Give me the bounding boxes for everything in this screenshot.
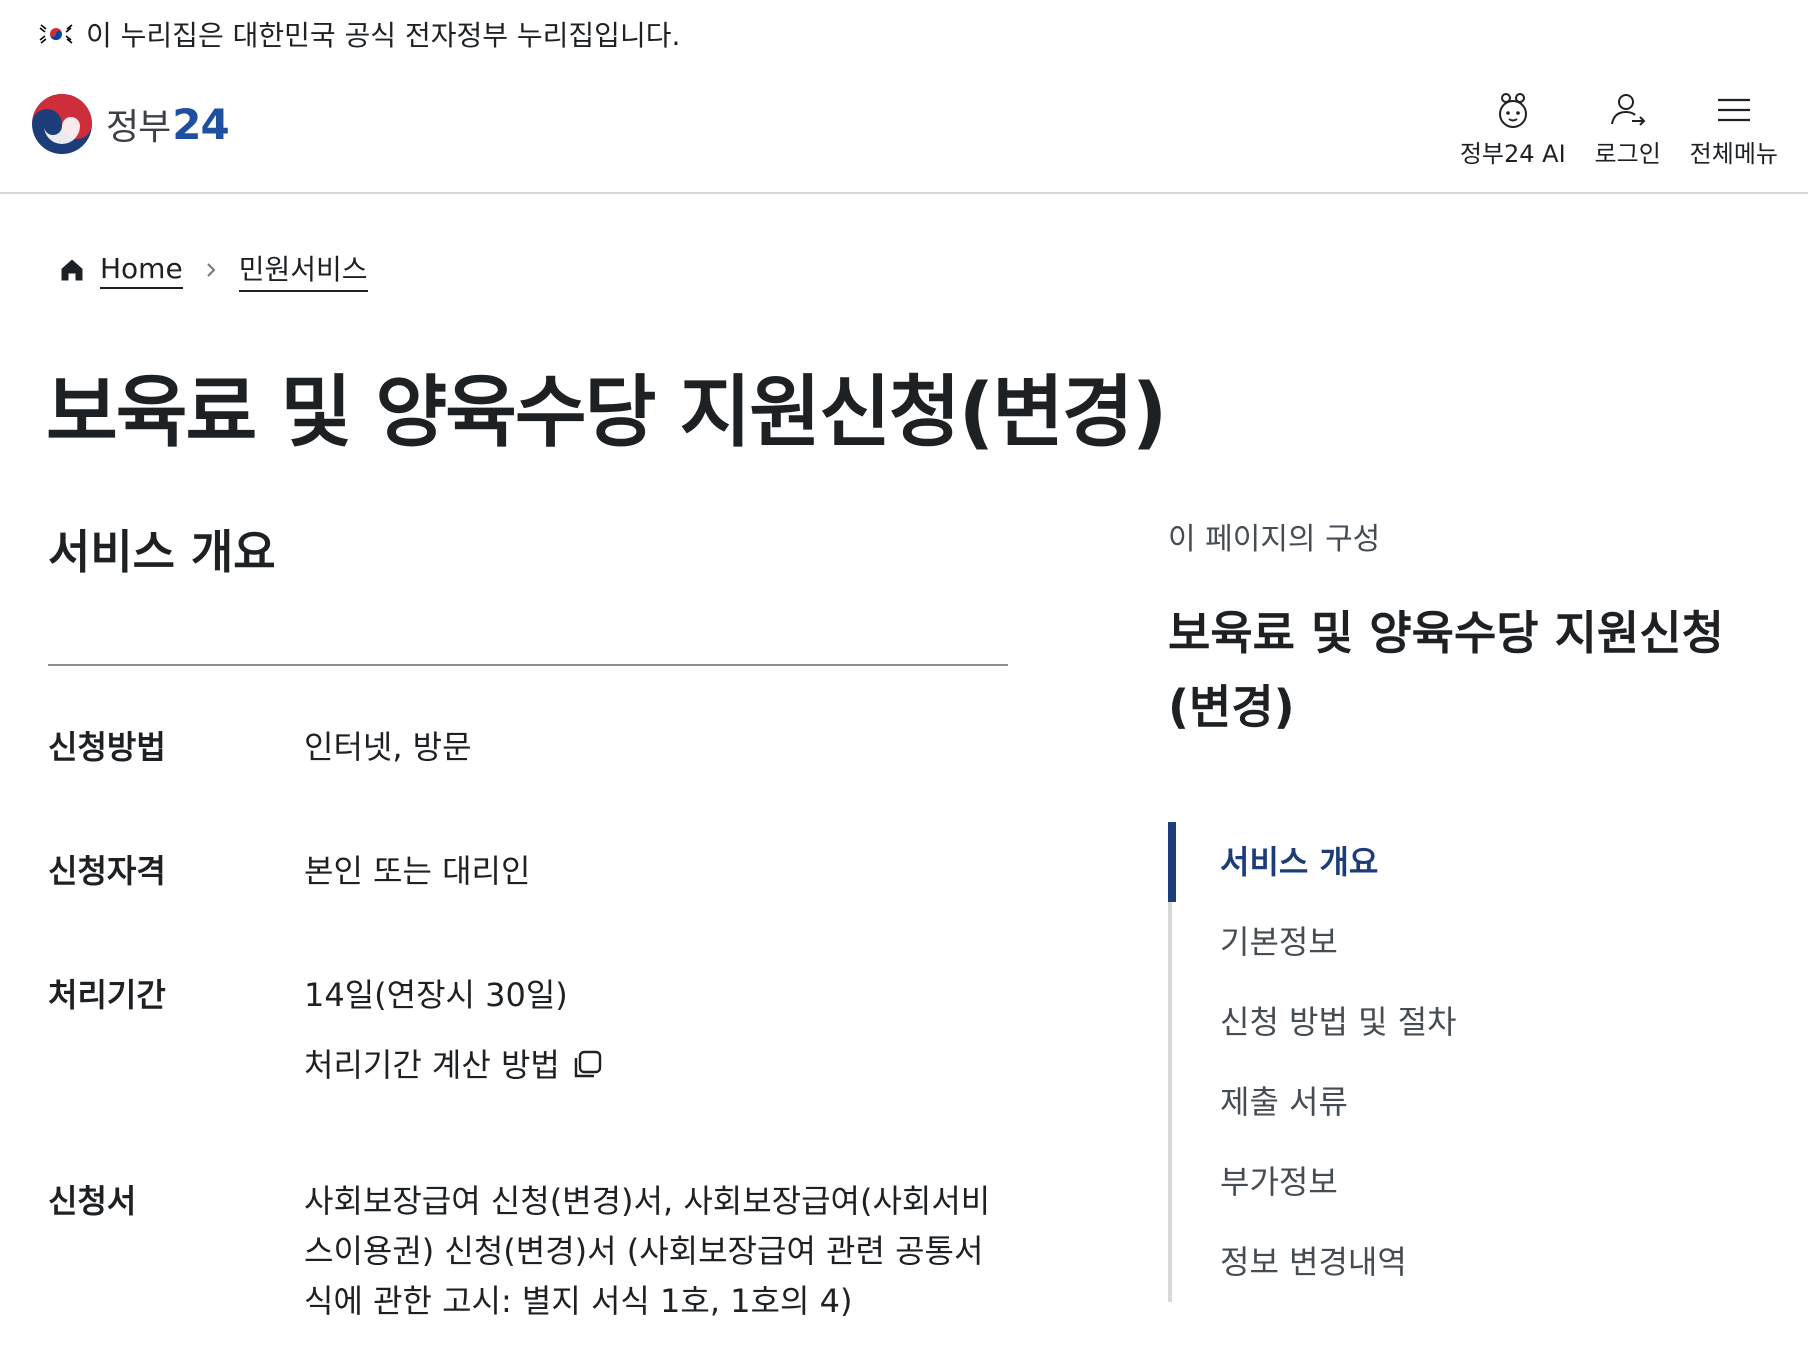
gov24-ai-label: 정부24 AI [1459,140,1566,168]
info-value: 사회보장급여 신청(변경)서, 사회보장급여(사회서비스이용권) 신청(변경)서… [304,1182,991,1320]
info-label: 신청자격 [48,852,166,890]
government-emblem-icon [32,94,92,154]
gov24-logo[interactable]: 정부 24 [30,92,230,156]
utility-menu: 정부24 AI 로그인 전체메뉴 [1460,90,1778,169]
breadcrumb: Home 민원서비스 [58,248,368,292]
toc-item-change-history[interactable]: 정보 변경내역 [1172,1222,1728,1302]
hamburger-menu-icon [1717,98,1750,122]
all-menu-button[interactable]: 전체메뉴 [1690,90,1778,169]
toc-list: 서비스 개요 기본정보 신청 방법 및 절차 제출 서류 부가정보 정보 변경내… [1168,822,1728,1302]
info-row-eligibility: 신청자격 본인 또는 대리인 [48,846,1004,896]
info-row-processing-period: 처리기간 14일(연장시 30일) 처리기간 계산 방법 [48,970,1004,1090]
info-row-application-form: 신청서 사회보장급여 신청(변경)서, 사회보장급여(사회서비스이용권) 신청(… [48,1176,1004,1326]
info-label: 신청방법 [48,728,166,766]
processing-period-calc-link[interactable]: 처리기간 계산 방법 [304,1040,1004,1090]
all-menu-label: 전체메뉴 [1689,140,1778,168]
section-title-overview: 서비스 개요 [48,525,276,579]
site-header: 정부 24 정부24 AI 로그인 전체메뉴 [0,70,1808,194]
toc-title: 보육료 및 양육수당 지원신청(변경) [1168,606,1724,734]
toc-caption: 이 페이지의 구성 [1168,522,1381,557]
chevron-right-icon [206,263,216,277]
logo-text: 정부 [106,107,171,148]
login-label: 로그인 [1594,140,1661,168]
gov24-ai-button[interactable]: 정부24 AI [1460,90,1566,169]
page-title: 보육료 및 양육수당 지원신청(변경) [46,368,1167,458]
home-icon [61,259,83,281]
info-value: 본인 또는 대리인 [304,852,531,890]
ai-character-icon [1498,93,1527,128]
logo-number: 24 [172,100,229,149]
info-row-method: 신청방법 인터넷, 방문 [48,722,1004,772]
user-login-icon [1610,94,1646,126]
toc-item-service-overview[interactable]: 서비스 개요 [1168,822,1728,902]
login-button[interactable]: 로그인 [1588,90,1668,169]
info-value: 14일(연장시 30일) [304,976,568,1014]
toc-item-application-procedure[interactable]: 신청 방법 및 절차 [1172,982,1728,1062]
info-label: 처리기간 [48,976,166,1014]
toc-item-basic-info[interactable]: 기본정보 [1172,902,1728,982]
toc-item-additional-info[interactable]: 부가정보 [1172,1142,1728,1222]
official-site-banner: 이 누리집은 대한민국 공식 전자정부 누리집입니다. [38,14,680,54]
korean-flag-icon [38,20,74,48]
toc-item-documents[interactable]: 제출 서류 [1172,1062,1728,1142]
breadcrumb-civil-service-link[interactable]: 민원서비스 [238,248,368,292]
section-divider [48,664,1008,666]
processing-period-calc-label: 처리기간 계산 방법 [304,1046,560,1084]
banner-text: 이 누리집은 대한민국 공식 전자정부 누리집입니다. [86,19,681,52]
info-value: 인터넷, 방문 [304,728,472,766]
breadcrumb-home-link[interactable]: Home [100,252,183,289]
info-label: 신청서 [48,1182,137,1220]
new-window-icon [574,1050,602,1078]
